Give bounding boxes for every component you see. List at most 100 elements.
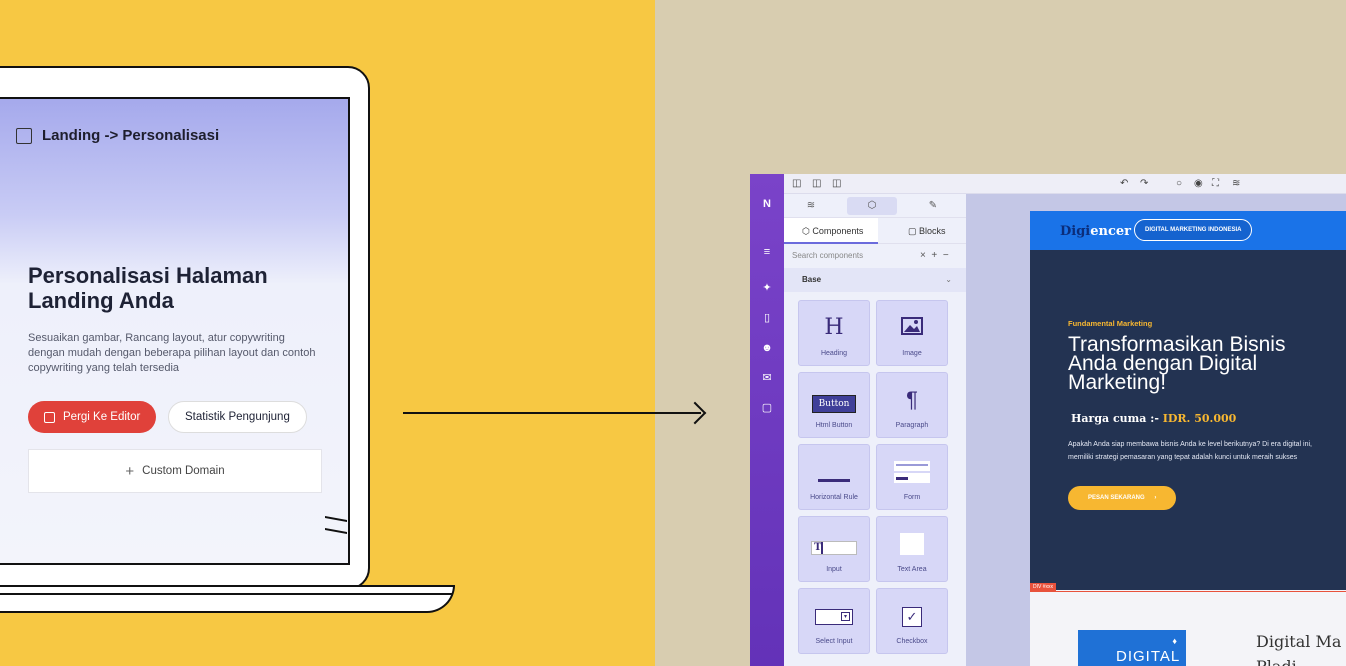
go-to-editor-label: Pergi Ke Editor — [63, 411, 141, 423]
checkbox-icon: ✓ — [877, 607, 947, 627]
hero-eyebrow: Fundamental Marketing — [1068, 319, 1153, 328]
component-label: Form — [903, 494, 921, 501]
component-label: Heading — [820, 350, 848, 357]
fullscreen-icon[interactable]: ⛶ — [1212, 178, 1219, 189]
breadcrumb-label: Landing -> Personalisasi — [42, 127, 220, 144]
users-icon[interactable]: ☻ — [760, 342, 774, 354]
flame-icon: ♦ — [1172, 636, 1178, 646]
selection-outline — [1030, 591, 1346, 592]
form-icon — [877, 461, 947, 488]
text-area-icon — [877, 533, 947, 560]
component-heading[interactable]: H Heading — [798, 300, 870, 366]
component-form[interactable]: Form — [876, 444, 948, 510]
component-select-input[interactable]: ▾ Select Input — [798, 588, 870, 654]
blocks-icon: ▢ — [908, 226, 920, 236]
component-html-button[interactable]: Button Html Button — [798, 372, 870, 438]
editor-sidebar-rail: N ≡ ✦ ▯ ☻ ✉ ▢ — [750, 174, 784, 666]
page-icon[interactable]: ▯ — [760, 312, 774, 324]
component-label: Checkbox — [896, 638, 928, 645]
heading-icon: H — [824, 315, 844, 340]
page-editor-window: N ≡ ✦ ▯ ☻ ✉ ▢ ◫ ◫ ◫ ↶ ↷ ○ ◉ ⛶ ≋ ≋ ⬡ ✎ ⬡ … — [750, 174, 1346, 666]
preview-hero: Fundamental Marketing Transformasikan Bi… — [1030, 250, 1346, 590]
component-image[interactable]: Image — [876, 300, 948, 366]
component-subtabs: ⬡ Components ▢ Blocks — [784, 218, 966, 244]
component-label: Image — [902, 350, 922, 357]
order-now-label: PESAN SEKARANG — [1088, 495, 1145, 501]
tab-blocks[interactable]: ▢ Blocks — [908, 218, 946, 244]
component-input[interactable]: T Input — [798, 516, 870, 582]
arrow-right-icon — [403, 412, 701, 414]
frame-icon — [16, 127, 32, 144]
file-icon[interactable]: ▢ — [760, 402, 774, 414]
price-value: IDR. 50.000 — [1162, 412, 1237, 425]
tab-layers[interactable]: ≋ — [786, 197, 836, 215]
horizontal-rule-icon — [799, 469, 869, 487]
page-title: Personalisasi Halaman Landing Anda — [28, 263, 268, 313]
logo-part-a: Digi — [1060, 224, 1091, 239]
preview-logo: Digiencer — [1060, 224, 1131, 239]
go-to-editor-button[interactable]: Pergi Ke Editor — [28, 401, 157, 433]
button-icon: Button — [799, 393, 869, 413]
hero-description: Apakah Anda siap membawa bisnis Anda ke … — [1068, 441, 1312, 461]
component-paragraph[interactable]: ¶ Paragraph — [876, 372, 948, 438]
select-input-icon: ▾ — [799, 609, 869, 630]
cube-icon: ⬡ — [802, 226, 813, 236]
component-label: Input — [826, 566, 842, 573]
tab-components-label: Components — [812, 226, 864, 236]
tab-components[interactable]: ⬡ — [847, 197, 897, 215]
add-icon[interactable]: + — [931, 250, 937, 261]
panel-tabs: ≋ ⬡ ✎ — [784, 194, 966, 218]
layout-right-icon[interactable]: ◫ — [832, 178, 841, 189]
base-section-header[interactable]: Base ⌄ — [784, 268, 966, 292]
promo-image-text: DIGITAL — [1116, 648, 1181, 665]
visitor-stats-label: Statistik Pengunjung — [185, 411, 290, 423]
visitor-stats-button[interactable]: Statistik Pengunjung — [168, 401, 307, 433]
preview-navbar: Digiencer DIGITAL MARKETING INDONESIA — [1030, 211, 1346, 250]
editor-toolbar: ◫ ◫ ◫ ↶ ↷ ○ ◉ ⛶ ≋ — [784, 174, 1346, 194]
promo-image: DIGITAL ♦ — [1078, 630, 1186, 666]
promo-title-line2: Pladi — [1256, 657, 1297, 666]
laptop-screen: Landing -> Personalisasi Personalisasi H… — [0, 97, 350, 565]
hero-price: Harga cuma :- IDR. 50.000 — [1071, 412, 1236, 425]
magic-wand-icon[interactable]: ✦ — [760, 282, 774, 294]
selected-element-tag: DIV #xxx — [1030, 583, 1057, 591]
paragraph-icon: ¶ — [906, 387, 918, 412]
tab-blocks-label: Blocks — [919, 226, 946, 236]
editor-canvas[interactable]: Digiencer DIGITAL MARKETING INDONESIA Fu… — [1030, 211, 1346, 666]
tab-styles[interactable]: ✎ — [908, 197, 958, 215]
menu-icon[interactable]: ≡ — [760, 246, 774, 258]
price-label: Harga cuma :- — [1071, 412, 1159, 425]
component-horizontal-rule[interactable]: Horizontal Rule — [798, 444, 870, 510]
component-checkbox[interactable]: ✓ Checkbox — [876, 588, 948, 654]
remove-icon[interactable]: − — [943, 250, 949, 261]
component-label: Html Button — [815, 422, 853, 429]
component-label: Select Input — [815, 638, 853, 645]
preview-eye-icon[interactable]: ◉ — [1194, 178, 1203, 189]
edit-icon — [44, 411, 55, 423]
app-logo-icon: N — [763, 198, 771, 210]
tab-components-list[interactable]: ⬡ Components — [784, 218, 878, 244]
logo-part-b: encer — [1090, 224, 1132, 239]
laptop-base — [0, 585, 455, 613]
preview-nav-pill[interactable]: DIGITAL MARKETING INDONESIA — [1134, 219, 1253, 241]
custom-domain-button[interactable]: + Custom Domain — [28, 449, 322, 493]
chevron-right-icon: › — [1154, 495, 1157, 501]
component-label: Horizontal Rule — [810, 494, 858, 501]
promo-title: Digital Ma — [1256, 632, 1342, 651]
image-icon — [877, 317, 947, 340]
layout-left-icon[interactable]: ◫ — [792, 178, 801, 189]
clear-icon[interactable]: × — [920, 250, 926, 261]
hero-title: Transformasikan Bisnis Anda dengan Digit… — [1068, 333, 1286, 394]
undo-icon[interactable]: ↶ — [1120, 178, 1128, 189]
order-now-button[interactable]: PESAN SEKARANG › — [1068, 486, 1177, 510]
layers-icon[interactable]: ≋ — [1232, 178, 1240, 189]
outline-icon[interactable]: ○ — [1176, 178, 1182, 189]
component-text-area[interactable]: Text Area — [876, 516, 948, 582]
button-icon-label: Button — [811, 395, 857, 413]
layout-split-icon[interactable]: ◫ — [812, 178, 821, 189]
custom-domain-label: Custom Domain — [142, 465, 225, 477]
mail-icon[interactable]: ✉ — [760, 372, 774, 384]
redo-icon[interactable]: ↷ — [1140, 178, 1148, 189]
components-grid: H Heading Image Button Html Button ¶ Par… — [798, 300, 948, 654]
component-label: Text Area — [897, 566, 927, 573]
